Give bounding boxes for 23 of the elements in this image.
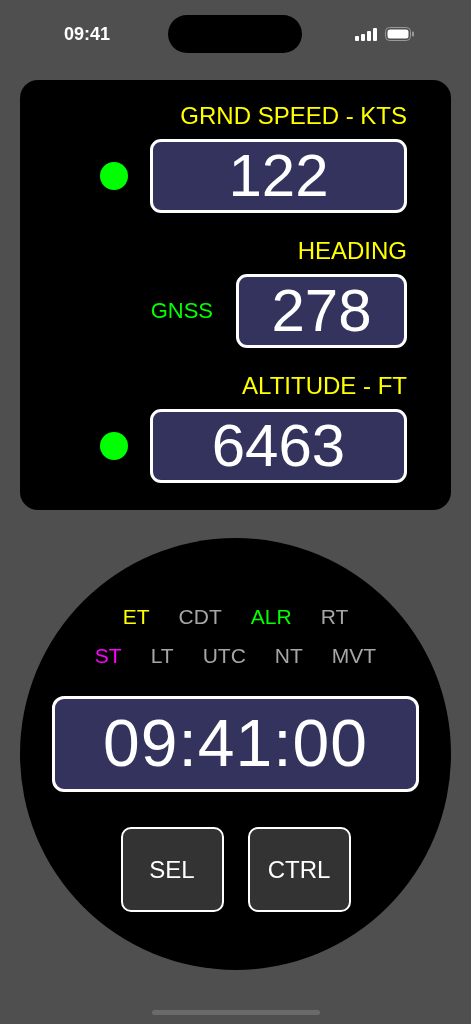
readout-label: GRND SPEED - KTS	[180, 102, 407, 130]
readout-display: 6463	[150, 409, 407, 483]
status-time: 09:41	[64, 23, 112, 45]
control-button[interactable]: CTRL	[247, 827, 351, 912]
battery-icon	[385, 27, 414, 41]
time-display: 09:41:00	[52, 696, 419, 792]
mode-label[interactable]: CDT	[178, 604, 222, 629]
mode-label[interactable]: LT	[150, 643, 174, 668]
mode-label[interactable]: RT	[320, 604, 349, 629]
home-indicator[interactable]	[151, 1010, 320, 1015]
mode-label[interactable]: ST	[94, 643, 122, 668]
mode-label[interactable]: ALR	[250, 604, 292, 629]
readout-label: HEADING	[297, 237, 407, 265]
control-button[interactable]: SEL	[120, 827, 224, 912]
mode-label[interactable]: ET	[122, 604, 150, 629]
readout-display: 278	[236, 274, 407, 348]
readout-label: ALTITUDE - FT	[242, 372, 407, 400]
mode-label[interactable]: UTC	[202, 643, 246, 668]
mode-label[interactable]: MVT	[331, 643, 377, 668]
mode-label[interactable]: NT	[274, 643, 303, 668]
readout-display: 122	[150, 139, 407, 213]
source-label: GNSS	[150, 298, 213, 324]
signal-icon	[355, 27, 379, 41]
